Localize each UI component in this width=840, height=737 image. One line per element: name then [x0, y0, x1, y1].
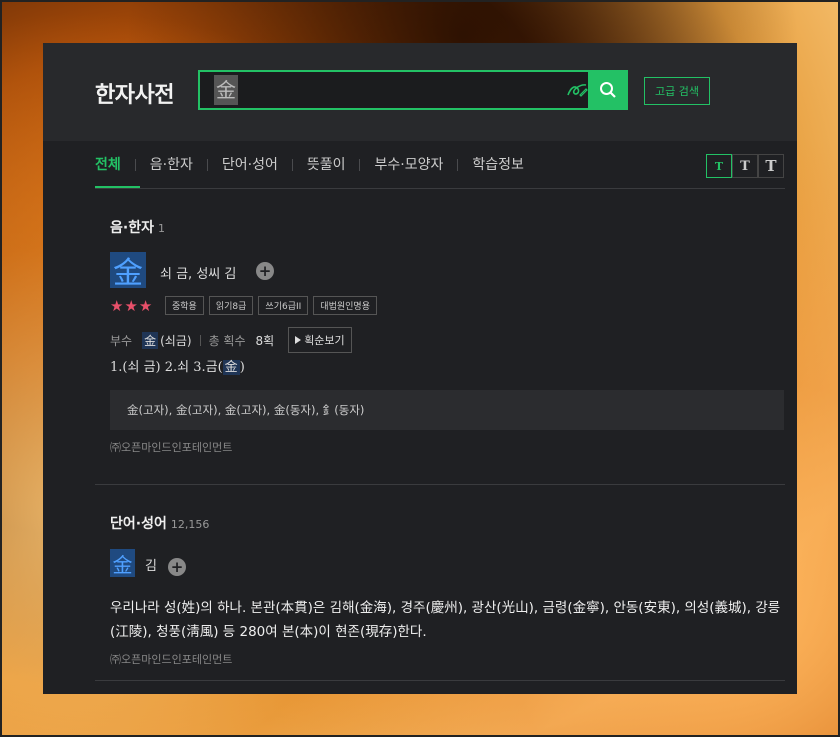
badge: 중학용: [165, 296, 204, 315]
importance-stars: ★★★: [110, 297, 154, 315]
hanja-dictionary-panel: 한자사전 金 고급 검색 전체 음·한자 단어·성어 뜻풀이 부수·모양자 학습…: [43, 43, 797, 694]
tab-eum-hanja[interactable]: 음·한자: [150, 154, 193, 176]
hanja-meaning: 쇠 금, 성씨 김: [160, 267, 237, 282]
badge: 대법원인명용: [313, 296, 377, 315]
result-count: 12,156: [170, 518, 210, 531]
font-size-large-button[interactable]: T: [758, 154, 784, 178]
search-icon: [600, 82, 616, 98]
meaning-list: 1.(쇠 금) 2.쇠 3.금(金): [110, 360, 245, 375]
play-icon: [295, 336, 302, 344]
tab-meaning[interactable]: 뜻풀이: [307, 154, 346, 176]
app-logo[interactable]: 한자사전: [95, 77, 174, 109]
meaning-hanja-link[interactable]: 金: [222, 360, 240, 375]
font-size-medium-button[interactable]: T: [732, 154, 758, 178]
stroke-label: 총 획수: [208, 333, 246, 348]
stroke-count: 8획: [255, 333, 275, 348]
tab-study-info[interactable]: 학습정보: [472, 154, 524, 176]
section-title-eum-hanja[interactable]: 음·한자 1: [110, 217, 165, 237]
variant-characters: 金(고자), 金(고자), 金(고자), 金(동자), 釒(동자): [110, 390, 784, 430]
stroke-order-button[interactable]: 획순보기: [288, 327, 352, 353]
section-title-word-idiom[interactable]: 단어·성어 12,156: [110, 513, 209, 533]
hanja-character[interactable]: 金: [110, 252, 146, 291]
radical-hanja[interactable]: 金: [142, 331, 159, 349]
search-button[interactable]: [588, 70, 628, 110]
handwriting-icon[interactable]: [566, 81, 588, 99]
badge: 읽기8급: [208, 296, 254, 315]
radical-reading: (쇠금): [160, 333, 192, 348]
radical-stroke-info: 부수 金 (쇠금) 총 획수 8획 획순보기: [110, 327, 352, 353]
advanced-search-button[interactable]: 고급 검색: [644, 77, 710, 105]
font-size-small-button[interactable]: T: [706, 154, 732, 178]
radical-label: 부수: [110, 333, 133, 348]
badge: 쓰기6급II: [258, 296, 309, 315]
search-query: 金: [214, 75, 238, 105]
word-reading: 김: [145, 559, 157, 574]
source-credit: ㈜오픈마인드인포테인먼트: [110, 653, 233, 666]
tab-word-idiom[interactable]: 단어·성어: [222, 154, 278, 176]
tab-all[interactable]: 전체: [95, 154, 121, 176]
word-description: 우리나라 성(姓)의 하나. 본관(本貫)은 김해(金海), 경주(慶州), 광…: [110, 600, 781, 640]
search-input[interactable]: 金: [198, 70, 628, 110]
font-size-controls: T T T: [706, 154, 784, 178]
result-count: 1: [157, 222, 165, 235]
header: 한자사전 金 고급 검색: [43, 43, 797, 141]
source-credit: ㈜오픈마인드인포테인먼트: [110, 441, 233, 454]
plus-circle-icon[interactable]: +: [256, 262, 274, 280]
active-tab-indicator: [95, 186, 140, 188]
word-hanja[interactable]: 金: [110, 549, 135, 577]
tab-radical[interactable]: 부수·모양자: [374, 154, 443, 176]
level-badges: 중학용 읽기8급 쓰기6급II 대법원인명용: [165, 296, 377, 315]
plus-circle-icon[interactable]: +: [168, 558, 186, 576]
tab-bar: 전체 음·한자 단어·성어 뜻풀이 부수·모양자 학습정보: [95, 141, 785, 189]
